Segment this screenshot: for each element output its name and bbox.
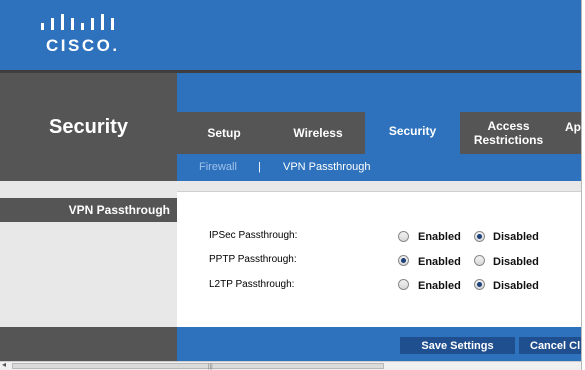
subnav-firewall[interactable]: Firewall xyxy=(199,161,237,173)
section-label-bar: VPN Passthrough xyxy=(0,198,177,222)
footer-left xyxy=(0,327,177,361)
pptp-disabled-label: Disabled xyxy=(493,256,539,268)
scroll-left-arrow-icon[interactable]: ◂ xyxy=(2,360,6,369)
cisco-logo: CISCO. xyxy=(38,10,122,58)
tab-wireless[interactable]: Wireless xyxy=(271,112,365,154)
pptp-passthrough-label: PPTP Passthrough: xyxy=(209,254,297,265)
ipsec-disabled-label: Disabled xyxy=(493,231,539,243)
l2tp-passthrough-label: L2TP Passthrough: xyxy=(209,279,295,290)
page-title: Security xyxy=(49,116,128,138)
header-bar: CISCO. xyxy=(0,0,581,70)
content-top-strip xyxy=(177,181,581,191)
scrollbar-grip-icon: ||| xyxy=(208,364,213,370)
l2tp-disabled-label: Disabled xyxy=(493,280,539,292)
tab-setup[interactable]: Setup xyxy=(177,112,271,154)
pptp-enabled-label: Enabled xyxy=(418,256,461,268)
tab-applications[interactable]: Ap xyxy=(557,112,581,154)
tab-security[interactable]: Security xyxy=(365,108,460,154)
main-tabs: Setup Wireless Security Access Restricti… xyxy=(177,108,581,154)
save-settings-button[interactable]: Save Settings xyxy=(400,337,515,354)
horizontal-scrollbar[interactable]: ◂ ||| xyxy=(0,360,581,370)
cisco-bars-icon xyxy=(41,14,114,30)
ipsec-disabled-radio[interactable] xyxy=(474,231,485,242)
subnav-separator: | xyxy=(258,161,261,173)
section-label: VPN Passthrough xyxy=(68,203,170,217)
cisco-logo-text: CISCO. xyxy=(46,36,120,55)
l2tp-enabled-radio[interactable] xyxy=(398,279,409,290)
sub-navigation: Firewall | VPN Passthrough xyxy=(177,154,581,181)
cancel-changes-button[interactable]: Cancel Cl xyxy=(519,337,581,354)
blue-band xyxy=(177,70,581,112)
ipsec-enabled-radio[interactable] xyxy=(398,231,409,242)
l2tp-disabled-radio[interactable] xyxy=(474,279,485,290)
subnav-vpn-passthrough[interactable]: VPN Passthrough xyxy=(283,161,370,173)
ipsec-enabled-label: Enabled xyxy=(418,231,461,243)
tab-access-restrictions[interactable]: Access Restrictions xyxy=(460,112,557,154)
window-right-edge xyxy=(581,0,585,370)
pptp-enabled-radio[interactable] xyxy=(398,255,409,266)
ipsec-passthrough-label: IPSec Passthrough: xyxy=(209,230,298,241)
l2tp-enabled-label: Enabled xyxy=(418,280,461,292)
scrollbar-thumb[interactable]: ||| xyxy=(12,363,384,370)
pptp-disabled-radio[interactable] xyxy=(474,255,485,266)
